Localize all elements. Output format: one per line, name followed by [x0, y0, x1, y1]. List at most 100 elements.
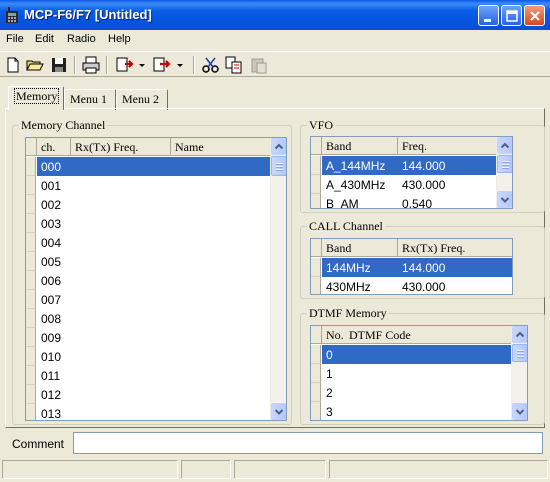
memory-channel-scrollbar[interactable]: [270, 138, 286, 420]
row-selector[interactable]: [26, 176, 36, 195]
table-row[interactable]: 001: [26, 176, 270, 195]
row-selector[interactable]: [311, 364, 321, 383]
menu-help[interactable]: Help: [108, 33, 131, 45]
row-selector[interactable]: [311, 194, 321, 208]
table-row[interactable]: A_144MHz 144.000: [311, 156, 496, 175]
table-row[interactable]: 144MHz 144.000: [311, 258, 512, 277]
menu-file[interactable]: File: [6, 33, 24, 45]
scroll-up-button[interactable]: [497, 137, 512, 154]
row-selector[interactable]: [311, 277, 321, 294]
table-row[interactable]: 010: [26, 347, 270, 366]
row-selector[interactable]: [26, 233, 36, 252]
table-row[interactable]: 000: [26, 157, 270, 176]
row-selector[interactable]: [311, 345, 321, 364]
column-header-freq[interactable]: Rx(Tx) Freq.: [71, 138, 171, 156]
table-row[interactable]: 3: [311, 402, 511, 420]
table-row[interactable]: 002: [26, 195, 270, 214]
tab-menu-1[interactable]: Menu 1: [64, 89, 116, 110]
table-row[interactable]: 007: [26, 290, 270, 309]
print-icon[interactable]: [81, 55, 101, 75]
table-row[interactable]: 008: [26, 309, 270, 328]
row-selector[interactable]: [26, 195, 36, 214]
menu-radio[interactable]: Radio: [67, 33, 96, 45]
table-row[interactable]: 011: [26, 366, 270, 385]
row-selector[interactable]: [26, 290, 36, 309]
menu-edit[interactable]: Edit: [35, 33, 54, 45]
column-header-band[interactable]: Band: [322, 137, 398, 155]
column-header-no[interactable]: No.: [322, 326, 347, 344]
scroll-down-button[interactable]: [497, 191, 512, 208]
row-selector[interactable]: [26, 347, 36, 366]
paste-icon[interactable]: [249, 55, 269, 75]
cell-number: 1: [326, 367, 333, 381]
row-selector[interactable]: [26, 366, 36, 385]
row-selector[interactable]: [311, 156, 321, 175]
scroll-thumb[interactable]: [271, 156, 286, 176]
table-row[interactable]: 013: [26, 404, 270, 420]
table-row[interactable]: 004: [26, 233, 270, 252]
scroll-thumb[interactable]: [497, 155, 512, 173]
cell-freq: 144.000: [402, 159, 446, 173]
comment-field[interactable]: [73, 432, 543, 454]
row-selector[interactable]: [311, 175, 321, 194]
dtmf-memory-scrollbar[interactable]: [511, 326, 527, 420]
table-row[interactable]: B_AM 0.540: [311, 194, 496, 208]
open-icon[interactable]: [25, 55, 45, 75]
new-icon[interactable]: [3, 55, 23, 75]
chevron-down-icon: [274, 409, 284, 415]
row-selector[interactable]: [311, 402, 321, 420]
table-row[interactable]: 1: [311, 364, 511, 383]
row-selector[interactable]: [26, 252, 36, 271]
title-bar[interactable]: MCP-F6/F7 [Untitled]: [0, 0, 550, 30]
row-selector[interactable]: [311, 383, 321, 402]
table-row[interactable]: 003: [26, 214, 270, 233]
table-row[interactable]: 012: [26, 385, 270, 404]
call-channel-grid[interactable]: Band Rx(Tx) Freq. 144MHz 144.000 430MHz 430…: [310, 238, 513, 295]
row-selector[interactable]: [26, 385, 36, 404]
write-to-radio-icon[interactable]: [152, 55, 172, 75]
vfo-grid[interactable]: Band Freq. A_144MHz 144.000 A_430MHz 430.00…: [310, 136, 513, 209]
cell-number: 0: [326, 348, 333, 362]
save-icon[interactable]: [49, 55, 69, 75]
dropdown-icon[interactable]: [137, 55, 147, 75]
dtmf-memory-grid[interactable]: No. DTMF Code 0 1 2 3: [310, 325, 528, 421]
row-selector[interactable]: [26, 157, 36, 176]
dropdown-icon[interactable]: [175, 55, 185, 75]
row-selector[interactable]: [26, 309, 36, 328]
row-selector[interactable]: [26, 271, 36, 290]
scroll-thumb[interactable]: [512, 344, 527, 362]
scroll-up-button[interactable]: [512, 326, 527, 343]
minimize-button[interactable]: [478, 5, 499, 26]
row-selector[interactable]: [311, 258, 321, 277]
close-button[interactable]: [524, 5, 545, 26]
memory-channel-grid[interactable]: ch. Rx(Tx) Freq. Name 000 001 002 003 004 005…: [25, 137, 287, 421]
table-row[interactable]: 0: [311, 345, 511, 364]
table-row[interactable]: 430MHz 430.000: [311, 277, 512, 294]
read-from-radio-icon[interactable]: [115, 55, 135, 75]
row-selector[interactable]: [26, 328, 36, 347]
tab-memory[interactable]: Memory: [8, 86, 64, 110]
scroll-down-button[interactable]: [271, 403, 286, 420]
maximize-button[interactable]: [501, 5, 522, 26]
scroll-down-button[interactable]: [512, 403, 527, 420]
cut-icon[interactable]: [201, 55, 221, 75]
table-row[interactable]: 2: [311, 383, 511, 402]
copy-icon[interactable]: [224, 55, 244, 75]
table-row[interactable]: 006: [26, 271, 270, 290]
header-corner: [311, 137, 322, 155]
column-header-band[interactable]: Band: [322, 239, 398, 257]
tab-menu-2[interactable]: Menu 2: [116, 89, 168, 110]
column-header-dtmf-code[interactable]: DTMF Code: [347, 326, 511, 344]
table-row[interactable]: A_430MHz 430.000: [311, 175, 496, 194]
column-header-freq[interactable]: Freq.: [398, 137, 496, 155]
row-selector[interactable]: [26, 214, 36, 233]
column-header-name[interactable]: Name: [171, 138, 270, 156]
row-selector[interactable]: [26, 404, 36, 420]
table-row[interactable]: 009: [26, 328, 270, 347]
vfo-scrollbar[interactable]: [496, 137, 512, 208]
status-pane: [234, 460, 326, 479]
column-header-ch[interactable]: ch.: [37, 138, 71, 156]
scroll-up-button[interactable]: [271, 138, 286, 155]
table-row[interactable]: 005: [26, 252, 270, 271]
column-header-freq[interactable]: Rx(Tx) Freq.: [398, 239, 512, 257]
